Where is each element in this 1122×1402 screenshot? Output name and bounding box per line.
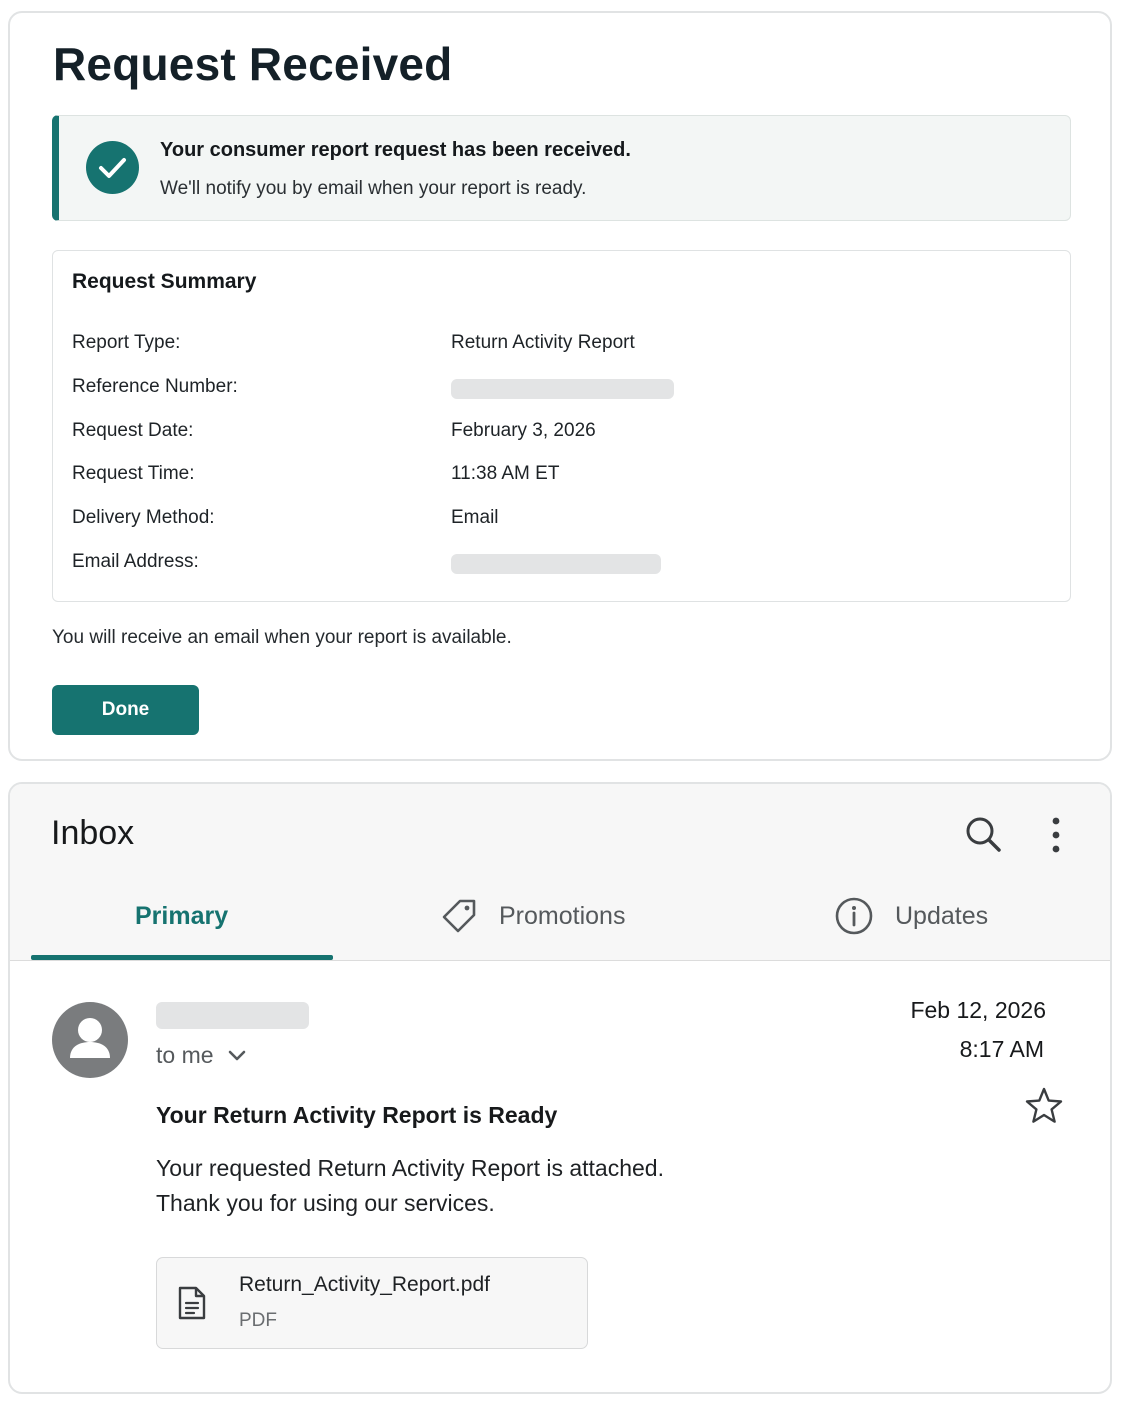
message-date: Feb 12, 2026 [910,997,1046,1023]
summary-title: Request Summary [72,270,257,293]
avatar [52,1002,128,1078]
document-icon [178,1286,206,1320]
request-date-label: Request Date: [72,420,194,441]
delivery-method-value: Email [451,507,499,528]
message-body-line: Your requested Return Activity Report is… [156,1155,664,1181]
email-notice: You will receive an email when your repo… [52,627,512,648]
email-address-label: Email Address: [72,551,199,572]
request-date-value: February 3, 2026 [451,420,596,441]
star-icon[interactable] [1024,1086,1064,1131]
message-time: 8:17 AM [959,1036,1044,1062]
tab-promotions-label: Promotions [499,901,626,930]
more-options-icon[interactable] [1046,816,1066,859]
attachment-chip[interactable]: Return_Activity_Report.pdf PDF [156,1257,588,1349]
request-time-label: Request Time: [72,463,195,484]
inbox-header: Inbox Primary Promotions Updates [10,784,1110,961]
tab-updates[interactable]: Updates [835,894,988,938]
request-summary: Request Summary Report Type: Return Acti… [52,250,1071,602]
tag-icon [442,899,476,933]
sender-redacted [156,1002,309,1029]
request-time-value: 11:38 AM ET [451,463,560,484]
tab-promotions[interactable]: Promotions [441,894,625,938]
user-icon [70,1018,110,1058]
report-type-label: Report Type: [72,332,181,353]
alert-title: Your consumer report request has been re… [160,139,631,161]
message-subject: Your Return Activity Report is Ready [156,1102,558,1128]
alert-message: We'll notify you by email when your repo… [160,178,587,199]
reference-number-redacted [451,379,674,399]
check-circle-icon [86,141,139,194]
search-icon[interactable] [965,816,1003,859]
inbox-title: Inbox [51,814,135,852]
page-title: Request Received [53,38,453,90]
tab-primary[interactable]: Primary [135,894,228,938]
recipient-toggle[interactable]: to me [156,1042,246,1069]
done-button[interactable]: Done [52,685,199,735]
tab-primary-label: Primary [135,901,229,930]
selected-tab-indicator [31,955,333,960]
inbox-card: Inbox Primary Promotions Updates to me F… [8,782,1112,1394]
attachment-filename: Return_Activity_Report.pdf [239,1273,490,1296]
request-received-card: Request Received Your consumer report re… [8,11,1112,761]
delivery-method-label: Delivery Method: [72,507,215,528]
message-body-line: Thank you for using our services. [156,1190,495,1216]
reference-number-label: Reference Number: [72,376,238,397]
chevron-down-icon [228,1050,245,1060]
tab-updates-label: Updates [895,901,989,930]
success-alert: Your consumer report request has been re… [52,115,1071,221]
info-icon [835,897,873,935]
report-type-value: Return Activity Report [451,332,635,353]
attachment-type: PDF [239,1310,277,1331]
email-address-redacted [451,554,661,574]
recipient-label: to me [156,1042,214,1068]
